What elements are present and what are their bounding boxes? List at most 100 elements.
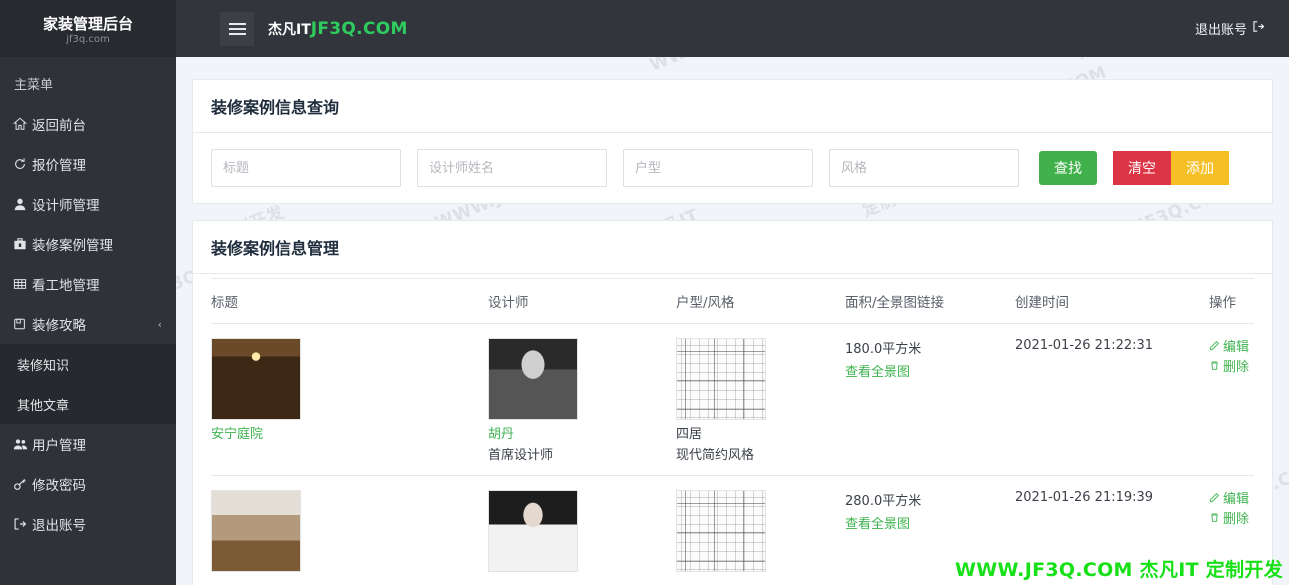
- sidebar-submenu-strategy: 装修知识 其他文章: [0, 344, 176, 424]
- sidebar-item-label: 装修案例管理: [32, 238, 113, 254]
- delete-label: 删除: [1223, 360, 1250, 375]
- cell-created: 2021-01-26 21:22:31: [1015, 323, 1209, 476]
- top-header: 杰凡IT JF3Q.COM 退出账号: [176, 0, 1289, 57]
- case-thumbnail-image[interactable]: [211, 490, 301, 572]
- grid-icon: [13, 277, 32, 291]
- sidebar-item-strategy[interactable]: 装修攻略 ‹: [0, 304, 176, 344]
- panorama-link[interactable]: 查看全景图: [845, 361, 910, 380]
- sidebar-item-case-management[interactable]: 装修案例管理: [0, 224, 176, 264]
- delete-button[interactable]: 删除: [1209, 358, 1254, 378]
- sidebar-item-label: 设计师管理: [32, 198, 100, 214]
- designer-role: 首席设计师: [488, 448, 554, 463]
- sidebar-item-return-front[interactable]: 返回前台: [0, 104, 176, 144]
- users-icon: [13, 437, 32, 451]
- home-icon: [13, 117, 32, 131]
- floorplan-thumbnail[interactable]: [676, 490, 766, 572]
- hamburger-menu-icon[interactable]: [220, 11, 254, 46]
- sidebar-item-label: 用户管理: [32, 438, 86, 454]
- logout-icon: [1252, 20, 1265, 37]
- hamburger-line: [228, 32, 246, 35]
- chevron-left-icon: ‹: [157, 317, 162, 331]
- cell-housetype-style: [676, 475, 845, 585]
- delete-button[interactable]: 删除: [1209, 510, 1254, 530]
- created-time: 2021-01-26 21:19:39: [1015, 490, 1154, 505]
- sidebar: 家装管理后台 jf3q.com 主菜单 返回前台 报价管理 设计师管理 装修案例…: [0, 0, 176, 585]
- search-input-designer[interactable]: [417, 149, 607, 187]
- sidebar-item-label: 修改密码: [32, 478, 86, 494]
- edit-label: 编辑: [1223, 340, 1250, 355]
- table-panel-body: 标题 设计师 户型/风格 面积/全景图链接 创建时间 操作 安宁庭院 胡丹 首席…: [193, 274, 1272, 585]
- case-thumbnail-image[interactable]: [211, 338, 301, 420]
- sidebar-item-change-password[interactable]: 修改密码: [0, 464, 176, 504]
- edit-button[interactable]: 编辑: [1209, 338, 1254, 358]
- delete-label: 删除: [1223, 512, 1250, 527]
- search-actions: 查找 清空 添加: [1039, 151, 1229, 185]
- designer-avatar[interactable]: [488, 490, 578, 572]
- search-input-style[interactable]: [829, 149, 1019, 187]
- house-style: 现代简约风格: [676, 448, 755, 463]
- case-table: 标题 设计师 户型/风格 面积/全景图链接 创建时间 操作 安宁庭院 胡丹 首席…: [211, 278, 1254, 585]
- column-header-created: 创建时间: [1015, 278, 1209, 324]
- sidebar-item-label: 报价管理: [32, 158, 86, 174]
- table-row: 安宁庭院 胡丹 首席设计师 四居 现代简约风格 180.0平方米 查看全景图 2…: [211, 323, 1254, 476]
- book-icon: [13, 317, 32, 331]
- designer-name-link[interactable]: 胡丹: [488, 425, 514, 444]
- house-type: 四居: [676, 427, 703, 442]
- panorama-link[interactable]: 查看全景图: [845, 513, 910, 532]
- header-logout-button[interactable]: 退出账号: [1195, 19, 1265, 38]
- sidebar-item-user-management[interactable]: 用户管理: [0, 424, 176, 464]
- floorplan-thumbnail[interactable]: [676, 338, 766, 420]
- sidebar-item-label: 看工地管理: [32, 278, 100, 294]
- table-panel-title: 装修案例信息管理: [193, 221, 1272, 274]
- search-input-title[interactable]: [211, 149, 401, 187]
- table-header: 标题 设计师 户型/风格 面积/全景图链接 创建时间 操作: [211, 278, 1254, 324]
- area-value: 180.0平方米: [845, 342, 922, 357]
- sidebar-item-quotation[interactable]: 报价管理: [0, 144, 176, 184]
- clear-button[interactable]: 清空: [1113, 151, 1171, 185]
- case-title-link[interactable]: 安宁庭院: [211, 425, 263, 444]
- sidebar-logo-title: 家装管理后台: [42, 14, 133, 33]
- edit-button[interactable]: 编辑: [1209, 490, 1254, 510]
- designer-avatar[interactable]: [488, 338, 578, 420]
- search-panel: 装修案例信息查询 查找 清空 添加: [192, 79, 1273, 204]
- sidebar-subitem-decoration-knowledge[interactable]: 装修知识: [0, 344, 176, 384]
- sidebar-item-designer[interactable]: 设计师管理: [0, 184, 176, 224]
- cell-designer: [488, 475, 676, 585]
- cell-operations: 编辑 删除: [1209, 323, 1254, 476]
- foreground-watermark: WWW.JF3Q.COM 杰凡IT 定制开发: [954, 559, 1283, 581]
- cell-housetype-style: 四居 现代简约风格: [676, 323, 845, 476]
- search-input-house-type[interactable]: [623, 149, 813, 187]
- sidebar-item-label: 退出账号: [32, 518, 86, 534]
- sidebar-item-label: 返回前台: [32, 118, 86, 134]
- column-header-operations: 操作: [1209, 278, 1254, 324]
- cell-area-pano: 180.0平方米 查看全景图: [845, 323, 1015, 476]
- briefcase-icon: [13, 237, 32, 251]
- column-header-housetype-style: 户型/风格: [676, 278, 845, 324]
- sidebar-item-logout[interactable]: 退出账号: [0, 504, 176, 544]
- search-panel-title: 装修案例信息查询: [193, 80, 1272, 133]
- edit-icon: [1209, 338, 1220, 358]
- hamburger-line: [228, 22, 246, 25]
- logout-icon: [13, 517, 32, 531]
- search-button[interactable]: 查找: [1039, 151, 1097, 185]
- column-header-title: 标题: [211, 278, 488, 324]
- sidebar-subitem-label: 装修知识: [17, 358, 70, 374]
- edit-label: 编辑: [1223, 492, 1250, 507]
- sidebar-subitem-other-articles[interactable]: 其他文章: [0, 384, 176, 424]
- sidebar-logo[interactable]: 家装管理后台 jf3q.com: [0, 0, 176, 57]
- column-header-designer: 设计师: [488, 278, 676, 324]
- sidebar-item-site-management[interactable]: 看工地管理: [0, 264, 176, 304]
- cell-designer: 胡丹 首席设计师: [488, 323, 676, 476]
- brand-name-cn: 杰凡IT: [268, 21, 311, 38]
- brand-logo: 杰凡IT JF3Q.COM: [268, 19, 408, 39]
- trash-icon: [1209, 358, 1220, 378]
- hamburger-line: [228, 27, 246, 30]
- sidebar-menu-title: 主菜单: [0, 57, 176, 104]
- sidebar-logo-subtitle: jf3q.com: [66, 33, 110, 45]
- table-header-row: 标题 设计师 户型/风格 面积/全景图链接 创建时间 操作: [211, 278, 1254, 324]
- edit-icon: [1209, 490, 1220, 510]
- add-button[interactable]: 添加: [1171, 151, 1229, 185]
- column-header-area-pano: 面积/全景图链接: [845, 278, 1015, 324]
- cell-title: [211, 475, 488, 585]
- brand-name-en: JF3Q.COM: [310, 18, 408, 39]
